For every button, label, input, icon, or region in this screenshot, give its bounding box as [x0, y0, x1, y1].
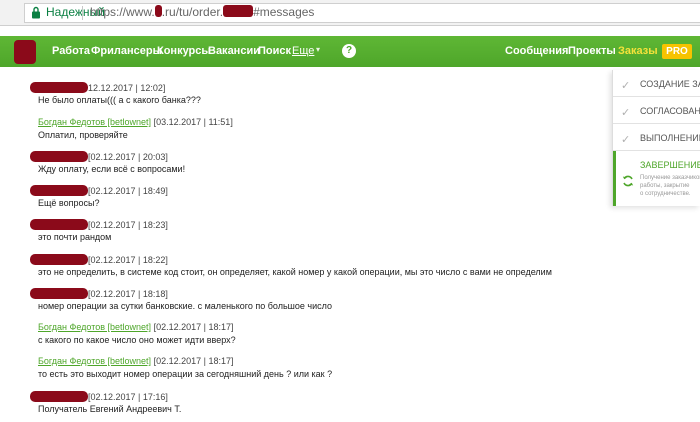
site-logo[interactable] — [14, 40, 36, 64]
author-link[interactable]: Богдан Федотов [betlownet] — [38, 322, 151, 332]
message-text: Жду оплату, если всё с вопросами! — [38, 164, 186, 174]
message-date: [02.12.2017 | 17:16] — [88, 392, 168, 402]
url-suffix: #messages — [253, 5, 315, 19]
redacted-username — [30, 82, 88, 93]
message-date: [03.12.2017 | 11:51] — [153, 117, 233, 127]
message-date: 12.12.2017 | 12:02] — [88, 83, 166, 93]
message-date: [02.12.2017 | 20:03] — [88, 152, 168, 162]
redacted-username — [30, 151, 88, 162]
order-status-panel: ✓ СОЗДАНИЕ ЗАКАЗА ✓ СОГЛАСОВАНИЕ ✓ ВЫПОЛ… — [612, 70, 700, 206]
step-label: СОГЛАСОВАНИЕ — [640, 106, 700, 116]
lock-icon — [32, 6, 40, 19]
message-date: [02.12.2017 | 18:17] — [153, 356, 234, 366]
message-text: Не было оплаты((( а с какого банка??? — [38, 95, 201, 105]
address-separator — [82, 6, 83, 20]
step-label: ЗАВЕРШЕНИЕ — [640, 160, 700, 170]
author-link[interactable]: Богдан Федотов [betlownet] — [38, 117, 151, 127]
step-create[interactable]: ✓ СОЗДАНИЕ ЗАКАЗА — [613, 70, 700, 97]
nav-contests[interactable]: Конкурсы — [157, 45, 211, 57]
redacted-username — [30, 288, 88, 299]
help-icon[interactable]: ? — [342, 44, 356, 58]
site-nav-bar: Работа Фрилансеры Конкурсы Вакансии Поис… — [0, 36, 700, 67]
author-link[interactable]: Богдан Федотов [betlownet] — [38, 356, 151, 366]
message-text: это почти рандом — [38, 232, 112, 242]
url-mid: .ru/tu/order. — [161, 5, 224, 19]
message-text: это не определить, в системе код стоит, … — [38, 267, 552, 277]
redacted-domain — [154, 5, 162, 17]
redacted-username — [30, 185, 88, 196]
message-header: [02.12.2017 | 18:23] — [30, 219, 168, 230]
pro-badge[interactable]: PRO — [662, 44, 692, 59]
message-header: Богдан Федотов [betlownet] [02.12.2017 |… — [38, 356, 233, 366]
chevron-down-icon[interactable]: ▾ — [316, 45, 320, 54]
message-text: с какого по какое число оно может идти в… — [38, 335, 236, 345]
message-header: Богдан Федотов [betlownet] [02.12.2017 |… — [38, 322, 233, 332]
url-text[interactable]: https://www. .ru/tu/order. #messages — [90, 5, 314, 19]
message-header: [02.12.2017 | 18:22] — [30, 254, 168, 265]
step-label: СОЗДАНИЕ ЗАКАЗА — [640, 79, 700, 89]
nav-more[interactable]: Еще — [292, 45, 314, 57]
refresh-icon — [622, 175, 634, 187]
url-prefix: https://www. — [90, 5, 155, 19]
check-icon: ✓ — [621, 134, 631, 146]
check-icon: ✓ — [621, 107, 631, 119]
step-approval[interactable]: ✓ СОГЛАСОВАНИЕ — [613, 97, 700, 124]
redacted-order-id — [223, 5, 254, 17]
step-label: ВЫПОЛНЕНИЕ — [640, 133, 700, 143]
step-completion[interactable]: ЗАВЕРШЕНИЕ Получение заказчиком работы, … — [613, 151, 700, 206]
message-header: [02.12.2017 | 18:49] — [30, 185, 168, 196]
redacted-username — [30, 219, 88, 230]
message-date: [02.12.2017 | 18:22] — [88, 255, 168, 265]
browser-address-bar: Надежный https://www. .ru/tu/order. #messa… — [0, 0, 700, 26]
message-date: [02.12.2017 | 18:18] — [88, 289, 168, 299]
message-text: то есть это выходит номер операции за се… — [38, 369, 333, 379]
message-text: Ещё вопросы? — [38, 198, 100, 208]
nav-orders[interactable]: Заказы — [618, 45, 658, 57]
message-header: Богдан Федотов [betlownet] [03.12.2017 |… — [38, 117, 233, 127]
redacted-username — [30, 391, 88, 402]
step-description: о сотрудничестве. — [640, 191, 691, 197]
message-header: [02.12.2017 | 18:18] — [30, 288, 168, 299]
message-date: [02.12.2017 | 18:49] — [88, 186, 168, 196]
nav-freelancers[interactable]: Фрилансеры — [91, 45, 162, 57]
message-header: 12.12.2017 | 12:02] — [30, 82, 165, 93]
step-execution[interactable]: ✓ ВЫПОЛНЕНИЕ — [613, 124, 700, 151]
message-date: [02.12.2017 | 18:17] — [153, 322, 234, 332]
message-date: [02.12.2017 | 18:23] — [88, 220, 168, 230]
redacted-username — [30, 254, 88, 265]
message-header: [02.12.2017 | 20:03] — [30, 151, 168, 162]
check-icon: ✓ — [621, 80, 631, 92]
message-text: Оплатил, проверяйте — [38, 130, 128, 140]
nav-projects[interactable]: Проекты — [568, 45, 616, 57]
nav-messages[interactable]: Сообщения — [505, 45, 568, 57]
message-text: Получатель Евгений Андреевич Т. — [38, 404, 182, 414]
nav-work[interactable]: Работа — [52, 45, 90, 57]
message-header: [02.12.2017 | 17:16] — [30, 391, 168, 402]
message-text: номер операции за сутки банковские. с ма… — [38, 301, 332, 311]
nav-vacancies[interactable]: Вакансии — [208, 45, 260, 57]
nav-search[interactable]: Поиск — [258, 45, 291, 57]
